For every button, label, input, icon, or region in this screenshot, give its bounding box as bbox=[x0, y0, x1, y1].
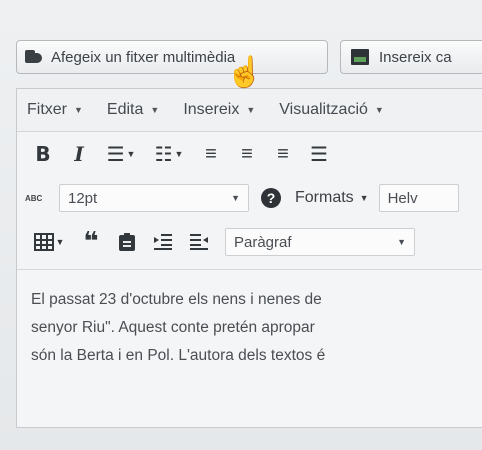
toolbar-row-2: ABC 12pt ▼ ? Formats ▼ Helv bbox=[17, 176, 482, 220]
menu-file[interactable]: Fitxer ▼ bbox=[17, 101, 95, 119]
editor: Fitxer ▼ Edita ▼ Insereix ▼ Visualització ▼ … bbox=[16, 88, 482, 428]
outdent-icon bbox=[190, 234, 208, 250]
chevron-down-icon: ▼ bbox=[359, 193, 369, 203]
paste-button[interactable] bbox=[109, 227, 145, 257]
align-center-button[interactable]: ≡ bbox=[229, 139, 265, 169]
numbered-list-button[interactable]: ☷ ▼ bbox=[145, 139, 193, 169]
block-format-select[interactable]: Paràgraf ▼ bbox=[225, 228, 415, 256]
menubar: Fitxer ▼ Edita ▼ Insereix ▼ Visualització ▼ bbox=[17, 89, 482, 132]
help-icon[interactable]: ? bbox=[261, 188, 281, 208]
italic-button[interactable]: I bbox=[61, 139, 97, 169]
chevron-down-icon: ▼ bbox=[246, 105, 256, 115]
menu-file-label: Fitxer bbox=[27, 101, 67, 118]
font-family-select[interactable]: Helv bbox=[378, 184, 459, 212]
formats-dropdown[interactable]: Formats ▼ bbox=[295, 189, 369, 207]
font-family-value: Helv bbox=[387, 189, 418, 207]
menu-view-label: Visualització bbox=[279, 101, 368, 118]
insert-label: Insereix ca bbox=[379, 48, 452, 66]
numbered-list-icon: ☷ bbox=[154, 143, 173, 166]
table-button[interactable]: ▼ bbox=[25, 227, 73, 257]
editor-content-area[interactable]: El passat 23 d'octubre els nens i nenes … bbox=[17, 269, 482, 427]
menu-insert[interactable]: Insereix ▼ bbox=[171, 101, 267, 119]
chevron-down-icon: ▼ bbox=[174, 149, 184, 159]
chevron-down-icon: ▼ bbox=[231, 193, 240, 203]
chevron-down-icon: ▼ bbox=[55, 237, 65, 247]
indent-button[interactable] bbox=[145, 227, 181, 257]
table-icon bbox=[33, 233, 54, 251]
wordpress-editor-screen: Afegeix un fitxer multimèdia Insereix ca… bbox=[0, 0, 482, 450]
indent-icon bbox=[154, 234, 172, 250]
chevron-down-icon: ▼ bbox=[150, 105, 160, 115]
bold-button[interactable]: B bbox=[25, 139, 61, 169]
text-line: senyor Riu". Aquest conte pretén apropar bbox=[31, 319, 315, 336]
blockquote-button[interactable]: ❝ bbox=[73, 227, 109, 257]
paste-icon bbox=[119, 233, 135, 251]
paragraph: El passat 23 d'octubre els nens i nenes … bbox=[17, 270, 482, 370]
chevron-down-icon: ▼ bbox=[126, 149, 136, 159]
add-media-button[interactable]: Afegeix un fitxer multimèdia bbox=[16, 40, 328, 74]
align-left-button[interactable]: ≡ bbox=[193, 139, 229, 169]
text-line: són la Berta i en Pol. L'autora dels tex… bbox=[31, 347, 326, 364]
menu-edit-label: Edita bbox=[106, 101, 144, 118]
add-media-label: Afegeix un fitxer multimèdia bbox=[51, 48, 236, 66]
hand-cursor-icon: ☝ bbox=[226, 56, 264, 89]
text-line: El passat 23 d'octubre els nens i nenes … bbox=[31, 291, 322, 308]
font-size-value: 12pt bbox=[68, 189, 98, 207]
chevron-down-icon: ▼ bbox=[397, 237, 406, 247]
bullet-list-icon: ☰ bbox=[106, 143, 125, 166]
formats-label: Formats bbox=[295, 189, 354, 206]
media-icon bbox=[25, 49, 43, 65]
toolbar-row-1: B I ☰ ▼ ☷ ▼ ≡ ≡ ≡ ☰ bbox=[17, 132, 482, 176]
menu-view[interactable]: Visualització ▼ bbox=[267, 101, 396, 119]
menu-insert-label: Insereix bbox=[183, 101, 240, 118]
strikethrough-abc-icon[interactable]: ABC bbox=[25, 194, 53, 203]
chevron-down-icon: ▼ bbox=[374, 105, 384, 115]
block-format-value: Paràgraf bbox=[234, 233, 292, 251]
chevron-down-icon: ▼ bbox=[74, 105, 83, 115]
font-size-select[interactable]: 12pt ▼ bbox=[59, 184, 249, 212]
insert-button[interactable]: Insereix ca bbox=[340, 40, 482, 74]
bullet-list-button[interactable]: ☰ ▼ bbox=[97, 139, 145, 169]
toolbar-row-3: ▼ ❝ Paràgraf ▼ bbox=[17, 220, 482, 264]
align-justify-button[interactable]: ☰ bbox=[301, 139, 337, 169]
menu-edit[interactable]: Edita ▼ bbox=[95, 101, 171, 119]
outdent-button[interactable] bbox=[181, 227, 217, 257]
align-right-button[interactable]: ≡ bbox=[265, 139, 301, 169]
insert-icon bbox=[351, 49, 369, 65]
